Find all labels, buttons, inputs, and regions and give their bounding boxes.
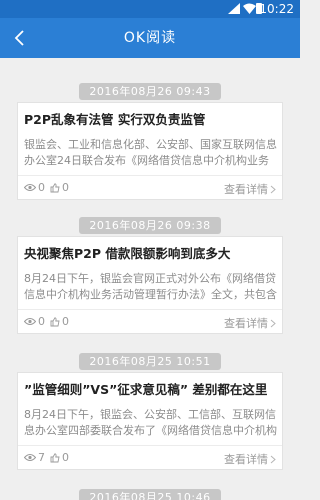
article-card[interactable]: P2P乱象有法管 实行双负责监管 银监会、工业和信息化部、公安部、国家互联网信息… bbox=[17, 102, 283, 200]
date-label: 2016年08月25 10:51 bbox=[79, 353, 221, 370]
view-details-link[interactable]: 查看详情 bbox=[224, 315, 276, 331]
eye-icon bbox=[24, 184, 36, 191]
date-separator: 2016年08月25 10:46 bbox=[0, 486, 300, 500]
divider bbox=[18, 309, 282, 310]
date-separator: 2016年08月26 09:38 bbox=[0, 214, 300, 234]
article-footer: 0 0 查看详情 bbox=[24, 314, 276, 330]
chevron-right-icon bbox=[270, 185, 276, 193]
thumbs-up-icon bbox=[50, 316, 60, 326]
article-list[interactable]: 2016年08月26 09:43 P2P乱象有法管 实行双负责监管 银监会、工业… bbox=[0, 58, 300, 500]
eye-icon bbox=[24, 454, 36, 461]
divider bbox=[18, 445, 282, 446]
article-title[interactable]: 央视聚焦P2P 借款限额影响到底多大 bbox=[24, 246, 230, 262]
date-separator: 2016年08月25 10:51 bbox=[0, 350, 300, 370]
like-count[interactable]: 0 bbox=[50, 315, 69, 328]
chevron-right-icon bbox=[270, 319, 276, 327]
view-count: 0 bbox=[24, 181, 45, 194]
divider bbox=[18, 175, 282, 176]
thumbs-up-icon bbox=[50, 452, 60, 462]
date-label: 2016年08月26 09:43 bbox=[79, 83, 221, 100]
article-footer: 0 0 查看详情 bbox=[24, 180, 276, 196]
like-count[interactable]: 0 bbox=[50, 181, 69, 194]
date-separator: 2016年08月26 09:43 bbox=[0, 80, 300, 100]
chevron-right-icon bbox=[270, 455, 276, 463]
view-details-link[interactable]: 查看详情 bbox=[224, 181, 276, 197]
article-summary: 8月24日下午，银监会官网正式对外公布《网络借贷信息中介机构业务活动管理暂行办法… bbox=[24, 272, 277, 301]
article-card[interactable]: ”监管细则”VS”征求意见稿” 差别都在这里 8月24日下午，银监会、公安部、工… bbox=[17, 372, 283, 470]
article-summary: 银监会、工业和信息化部、公安部、国家互联网信息办公室24日联合发布《网络借贷信息… bbox=[24, 138, 277, 167]
nav-bar: OK阅读 bbox=[0, 18, 300, 58]
date-label: 2016年08月25 10:46 bbox=[79, 489, 221, 500]
like-count[interactable]: 0 bbox=[50, 451, 69, 464]
view-count: 7 bbox=[24, 451, 45, 464]
wifi-icon bbox=[243, 3, 256, 14]
view-details-link[interactable]: 查看详情 bbox=[224, 451, 276, 467]
status-bar: 10:22 bbox=[0, 0, 300, 18]
thumbs-up-icon bbox=[50, 182, 60, 192]
article-title[interactable]: ”监管细则”VS”征求意见稿” 差别都在这里 bbox=[24, 382, 267, 398]
eye-icon bbox=[24, 318, 36, 325]
page-title: OK阅读 bbox=[123, 30, 177, 46]
date-label: 2016年08月26 09:38 bbox=[79, 217, 221, 234]
status-time: 10:22 bbox=[259, 2, 294, 16]
view-count: 0 bbox=[24, 315, 45, 328]
signal-icon bbox=[228, 3, 240, 14]
article-card[interactable]: 央视聚焦P2P 借款限额影响到底多大 8月24日下午，银监会官网正式对外公布《网… bbox=[17, 236, 283, 334]
article-title[interactable]: P2P乱象有法管 实行双负责监管 bbox=[24, 112, 205, 128]
article-summary: 8月24日下午，银监会、公安部、工信部、互联网信息办公室四部委联合发布了《网络借… bbox=[24, 408, 277, 437]
article-footer: 7 0 查看详情 bbox=[24, 450, 276, 466]
